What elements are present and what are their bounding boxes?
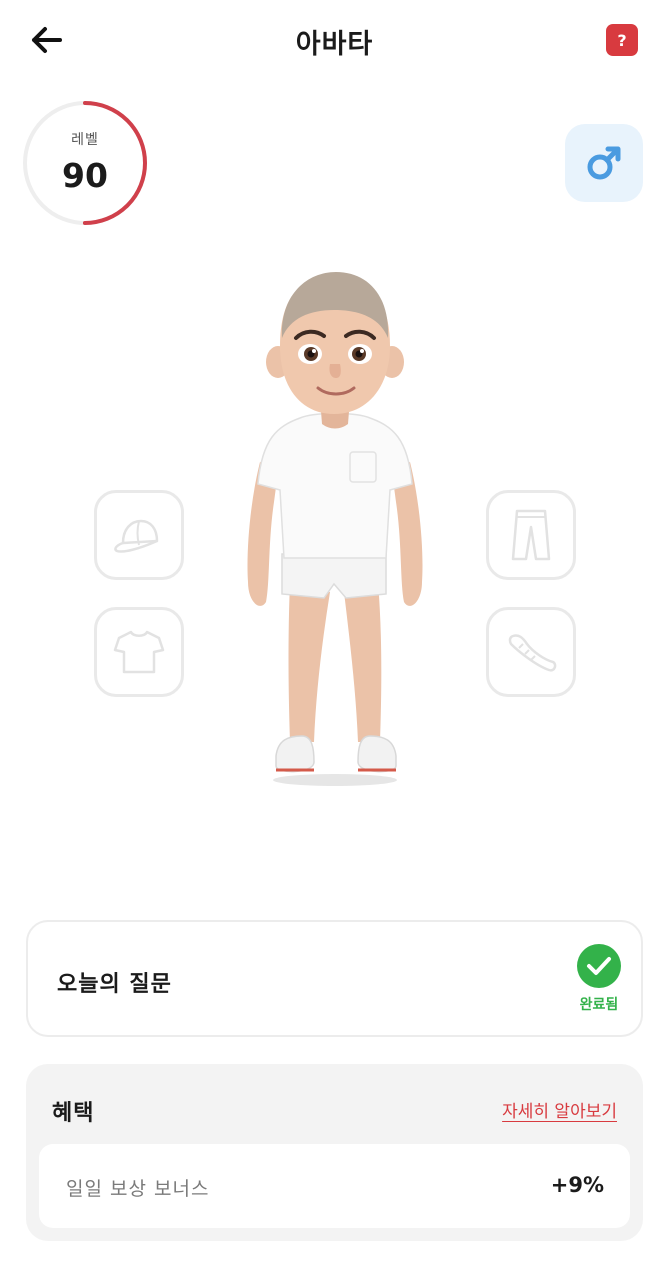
- pants-slot[interactable]: [486, 490, 576, 580]
- check-circle-icon: [577, 944, 621, 988]
- learn-more-link[interactable]: 자세히 알아보기: [502, 1097, 617, 1122]
- daily-question-title: 오늘의 질문: [57, 972, 172, 997]
- cap-icon: [114, 519, 159, 553]
- header: 아바타 ?: [0, 0, 669, 84]
- avatar-figure: [230, 262, 440, 792]
- gender-button[interactable]: [565, 124, 643, 202]
- shirt-slot[interactable]: [94, 607, 184, 697]
- level-label: 레벨: [71, 132, 99, 148]
- page-title: 아바타: [295, 29, 374, 60]
- level-value: 90: [62, 156, 108, 195]
- completion-status: 완료됨: [579, 997, 619, 1013]
- benefit-card: 혜택 자세히 알아보기 일일 보상 보너스 +9%: [26, 1064, 643, 1241]
- benefit-title: 혜택: [52, 1101, 95, 1126]
- help-button[interactable]: ?: [606, 24, 638, 56]
- shoes-slot[interactable]: [486, 607, 576, 697]
- benefit-row: 일일 보상 보너스 +9%: [39, 1144, 630, 1228]
- pants-icon: [511, 509, 551, 561]
- t-shirt-icon: [113, 630, 165, 674]
- daily-question-card[interactable]: 오늘의 질문 완료됨: [26, 920, 643, 1037]
- level-ring: 레벨 90: [22, 100, 148, 226]
- male-symbol-icon: [587, 146, 621, 180]
- benefit-row-value: +9%: [550, 1173, 604, 1197]
- sneaker-icon: [508, 634, 557, 672]
- benefit-row-label: 일일 보상 보너스: [66, 1178, 210, 1200]
- hat-slot[interactable]: [94, 490, 184, 580]
